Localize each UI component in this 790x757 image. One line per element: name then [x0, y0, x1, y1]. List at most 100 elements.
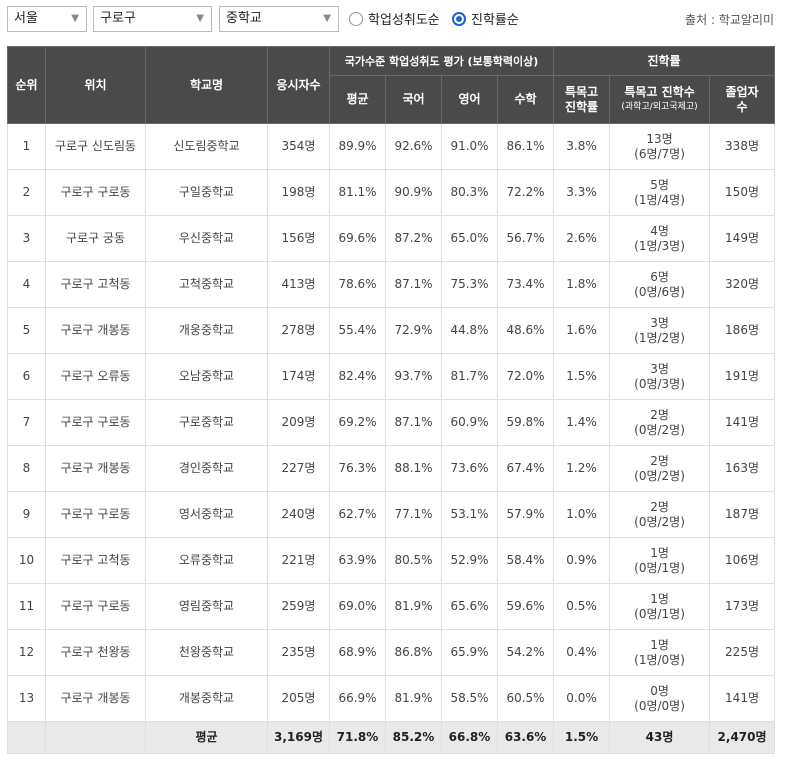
cell-english: 81.7% [441, 353, 498, 400]
cell-rank: 13 [7, 675, 46, 722]
special-count-breakdown: (0명/2명) [634, 422, 685, 437]
table-row: 13 구로구 개봉동 개봉중학교 205명 66.9% 81.9% 58.5% 60.5% 0.… [7, 675, 776, 722]
cell-location: 구로구 천왕동 [45, 629, 146, 676]
avg-math: 63.6% [496, 721, 555, 754]
cell-takers: 240명 [267, 491, 330, 538]
cell-avg: 62.7% [329, 491, 386, 538]
header-special-count-label: 특목고 진학수 [624, 84, 695, 99]
avg-takers: 3,169명 [267, 721, 330, 754]
cell-location: 구로구 신도림동 [45, 123, 146, 170]
special-count-breakdown: (1명/4명) [634, 192, 685, 207]
header-english: 영어 [441, 75, 498, 124]
cell-math: 58.4% [496, 537, 555, 584]
district-select[interactable]: 구로구 ▼ [93, 6, 212, 32]
cell-rank: 8 [7, 445, 46, 492]
special-count-breakdown: (1명/2명) [634, 330, 685, 345]
cell-rank: 10 [7, 537, 46, 584]
cell-school: 개봉중학교 [145, 675, 268, 722]
header-special-rate: 특목고 진학률 [553, 75, 611, 124]
cell-location: 구로구 개봉동 [45, 445, 146, 492]
cell-graduates: 187명 [709, 491, 776, 538]
cell-english: 91.0% [441, 123, 498, 170]
special-count-total: 3명 [650, 315, 669, 330]
cell-school: 천왕중학교 [145, 629, 268, 676]
cell-rank: 1 [7, 123, 46, 170]
special-count-breakdown: (6명/7명) [634, 146, 685, 161]
cell-school: 구일중학교 [145, 169, 268, 216]
cell-special-count: 3명 (1명/2명) [609, 307, 711, 354]
cell-avg: 89.9% [329, 123, 386, 170]
header-location: 위치 [45, 46, 146, 124]
cell-graduates: 191명 [709, 353, 776, 400]
header-special-count: 특목고 진학수 (과학고/외고국제고) [609, 75, 711, 124]
cell-location: 구로구 궁동 [45, 215, 146, 262]
cell-english: 52.9% [441, 537, 498, 584]
cell-school: 우신중학교 [145, 215, 268, 262]
district-select-value: 구로구 [100, 11, 136, 26]
header-school: 학교명 [145, 46, 268, 124]
cell-special-count: 2명 (0명/2명) [609, 491, 711, 538]
cell-english: 58.5% [441, 675, 498, 722]
cell-math: 86.1% [496, 123, 555, 170]
cell-rate: 3.3% [553, 169, 611, 216]
special-count-total: 3명 [650, 361, 669, 376]
cell-rate: 0.4% [553, 629, 611, 676]
avg-rate: 1.5% [553, 721, 611, 754]
cell-math: 48.6% [496, 307, 555, 354]
header-rank: 순위 [7, 46, 46, 124]
avg-korean: 85.2% [385, 721, 442, 754]
special-count-total: 6명 [650, 269, 669, 284]
cell-school: 영서중학교 [145, 491, 268, 538]
avg-count: 43명 [609, 721, 711, 754]
cell-special-count: 4명 (1명/3명) [609, 215, 711, 262]
sort-advancement-label: 진학률순 [471, 13, 519, 28]
cell-special-count: 1명 (0명/1명) [609, 537, 711, 584]
cell-rank: 3 [7, 215, 46, 262]
header-test-takers: 응시자수 [267, 46, 330, 124]
header-special-count-sub: (과학고/외고국제고) [621, 101, 698, 112]
cell-graduates: 186명 [709, 307, 776, 354]
cell-korean: 87.1% [385, 261, 442, 308]
special-count-total: 2명 [650, 453, 669, 468]
cell-avg: 69.0% [329, 583, 386, 630]
cell-math: 59.8% [496, 399, 555, 446]
cell-graduates: 320명 [709, 261, 776, 308]
chevron-down-icon: ▼ [323, 13, 331, 24]
table-row: 12 구로구 천왕동 천왕중학교 235명 68.9% 86.8% 65.9% 54.2% 0.… [7, 629, 776, 676]
header-avg: 평균 [329, 75, 386, 124]
table-row: 5 구로구 개봉동 개웅중학교 278명 55.4% 72.9% 44.8% 48.6% 1.6… [7, 307, 776, 354]
cell-graduates: 141명 [709, 399, 776, 446]
cell-avg: 66.9% [329, 675, 386, 722]
sort-advancement-radio[interactable]: 진학률순 [452, 9, 519, 28]
region-select[interactable]: 서울 ▼ [7, 6, 87, 32]
cell-graduates: 106명 [709, 537, 776, 584]
cell-special-count: 1명 (1명/0명) [609, 629, 711, 676]
cell-korean: 90.9% [385, 169, 442, 216]
chevron-down-icon: ▼ [71, 13, 79, 24]
cell-math: 67.4% [496, 445, 555, 492]
cell-takers: 221명 [267, 537, 330, 584]
cell-korean: 80.5% [385, 537, 442, 584]
cell-school: 영림중학교 [145, 583, 268, 630]
cell-rank: 6 [7, 353, 46, 400]
cell-rate: 1.4% [553, 399, 611, 446]
cell-special-count: 0명 (0명/0명) [609, 675, 711, 722]
cell-avg: 55.4% [329, 307, 386, 354]
cell-korean: 87.1% [385, 399, 442, 446]
special-count-breakdown: (1명/3명) [634, 238, 685, 253]
cell-rank: 5 [7, 307, 46, 354]
average-row: 평균 3,169명 71.8% 85.2% 66.8% 63.6% 1.5% 43명 2,470… [7, 721, 776, 754]
cell-takers: 156명 [267, 215, 330, 262]
average-label: 평균 [145, 721, 268, 754]
cell-avg: 78.6% [329, 261, 386, 308]
header-korean: 국어 [385, 75, 442, 124]
cell-special-count: 1명 (0명/1명) [609, 583, 711, 630]
cell-math: 56.7% [496, 215, 555, 262]
table-row: 8 구로구 개봉동 경인중학교 227명 76.3% 88.1% 73.6% 67.4% 1.2… [7, 445, 776, 492]
sort-achievement-radio[interactable]: 학업성취도순 [349, 9, 440, 28]
radio-unchecked-icon [349, 11, 363, 26]
school-type-select[interactable]: 중학교 ▼ [219, 6, 339, 32]
cell-rate: 3.8% [553, 123, 611, 170]
cell-korean: 72.9% [385, 307, 442, 354]
cell-avg: 76.3% [329, 445, 386, 492]
